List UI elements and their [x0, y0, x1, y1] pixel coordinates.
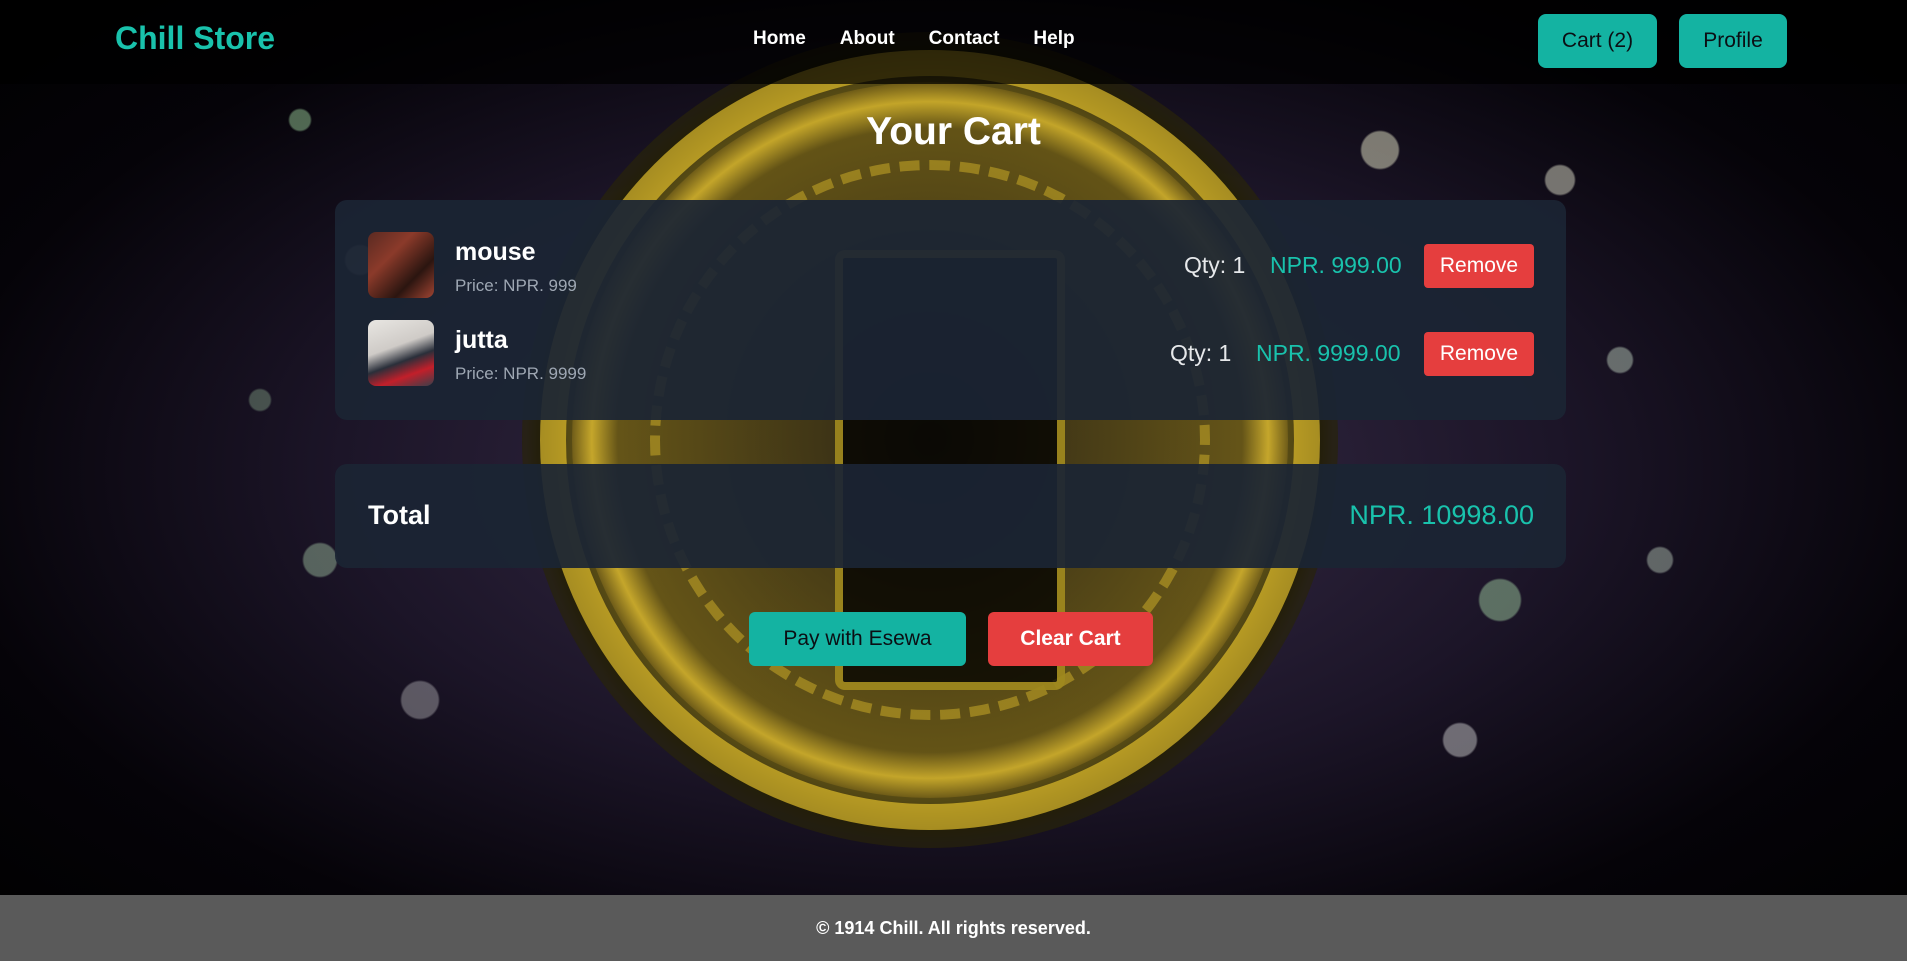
item-name: mouse: [455, 238, 536, 266]
clear-cart-button[interactable]: Clear Cart: [988, 612, 1153, 666]
total-value: NPR. 10998.00: [1349, 500, 1534, 530]
nav-link-about[interactable]: About: [840, 28, 895, 50]
cart-item: mouse Price: NPR. 999 Qty: 1 NPR. 999.00…: [335, 232, 1566, 302]
product-thumbnail: [368, 320, 434, 386]
item-name: jutta: [455, 326, 508, 354]
footer: © 1914 Chill. All rights reserved.: [0, 895, 1907, 961]
cart-items-panel: mouse Price: NPR. 999 Qty: 1 NPR. 999.00…: [335, 200, 1566, 420]
pay-with-esewa-button[interactable]: Pay with Esewa: [749, 612, 966, 666]
item-unit-price: Price: NPR. 9999: [455, 364, 587, 383]
nav-link-home[interactable]: Home: [753, 28, 806, 50]
nav-link-help[interactable]: Help: [1033, 28, 1074, 50]
brand-logo[interactable]: Chill Store: [115, 20, 275, 57]
nav-links: Home About Contact Help: [753, 28, 1075, 50]
cart-button[interactable]: Cart (2): [1538, 14, 1657, 68]
item-quantity: Qty: 1: [1184, 252, 1246, 278]
item-line-total: NPR. 9999.00: [1256, 340, 1401, 366]
item-unit-price: Price: NPR. 999: [455, 276, 577, 295]
cart-item: jutta Price: NPR. 9999 Qty: 1 NPR. 9999.…: [335, 320, 1566, 390]
navbar: Chill Store Home About Contact Help Cart…: [0, 0, 1907, 84]
nav-link-contact[interactable]: Contact: [929, 28, 1000, 50]
product-thumbnail: [368, 232, 434, 298]
item-line-total: NPR. 999.00: [1270, 252, 1402, 278]
total-label: Total: [368, 500, 431, 530]
footer-copyright: © 1914 Chill. All rights reserved.: [816, 917, 1091, 938]
remove-item-button[interactable]: Remove: [1424, 332, 1534, 376]
remove-item-button[interactable]: Remove: [1424, 244, 1534, 288]
item-quantity: Qty: 1: [1170, 340, 1232, 366]
page-title: Your Cart: [866, 110, 1041, 153]
profile-button[interactable]: Profile: [1679, 14, 1787, 68]
cart-total-panel: Total NPR. 10998.00: [335, 464, 1566, 568]
